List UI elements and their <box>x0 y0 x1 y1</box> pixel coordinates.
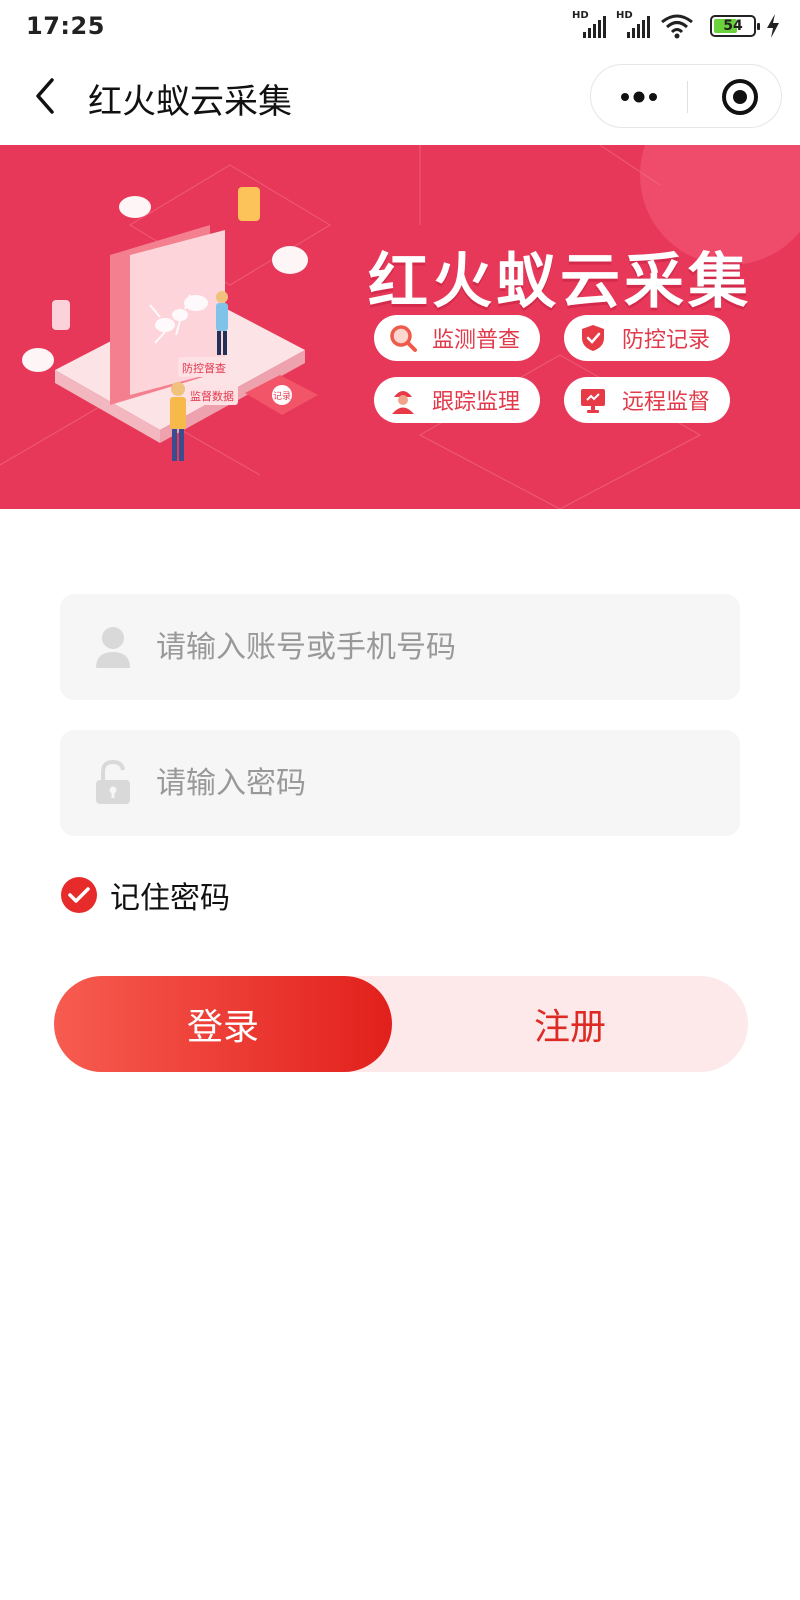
shield-icon <box>582 325 604 351</box>
status-icons: HD HD 54 <box>572 10 780 40</box>
capsule-divider <box>687 81 688 113</box>
more-icon[interactable] <box>615 81 663 113</box>
status-bar: 17:25 HD HD 54 <box>0 0 800 52</box>
wifi-icon <box>661 14 693 39</box>
target-icon[interactable] <box>721 78 759 116</box>
charging-icon <box>767 14 779 38</box>
banner-title: 红火蚁云采集 <box>368 247 752 317</box>
feature-label: 防控记录 <box>622 328 711 353</box>
feature-label: 监测普查 <box>432 328 521 353</box>
remember-password-checkbox[interactable]: 记住密码 <box>60 874 230 916</box>
illustration-tag: 监督数据 <box>190 389 234 403</box>
feature-monitoring-survey: 监测普查 <box>374 315 540 361</box>
illustration-tag: 记录 <box>273 391 291 402</box>
worker-icon <box>392 391 414 414</box>
auth-button-group: 登录 注册 <box>54 976 748 1072</box>
register-button[interactable]: 注册 <box>392 976 748 1072</box>
monitor-icon <box>581 389 605 413</box>
password-field <box>60 730 740 836</box>
battery-icon: 54 <box>710 15 760 37</box>
feature-label: 跟踪监理 <box>432 390 521 415</box>
account-input[interactable] <box>156 594 716 700</box>
hero-banner: 防控督查 监督数据 记录 红火蚁云采集 监测普查 防控记录 跟踪监理 远程监督 <box>0 145 800 509</box>
login-button[interactable]: 登录 <box>54 976 392 1072</box>
signal-icon: HD <box>616 10 650 40</box>
battery-level: 54 <box>723 18 743 34</box>
feature-remote-oversight: 远程监督 <box>564 377 730 423</box>
mini-program-capsule <box>590 64 782 128</box>
page-title: 红火蚁云采集 <box>88 82 292 122</box>
password-input[interactable] <box>156 730 716 836</box>
remember-password-label: 记住密码 <box>110 881 230 916</box>
feature-label: 远程监督 <box>622 390 711 415</box>
account-field <box>60 594 740 700</box>
lock-icon <box>96 760 130 804</box>
feature-prevention-record: 防控记录 <box>564 315 730 361</box>
checkmark-icon[interactable] <box>60 876 98 914</box>
status-time: 17:25 <box>26 12 105 40</box>
nav-bar: 红火蚁云采集 <box>0 52 800 144</box>
user-icon <box>96 627 130 668</box>
signal-icon: HD <box>572 10 606 40</box>
back-icon[interactable] <box>28 74 64 118</box>
illustration-tag: 防控督查 <box>182 361 226 375</box>
search-icon <box>390 325 417 352</box>
feature-tracking-supervision: 跟踪监理 <box>374 377 540 423</box>
